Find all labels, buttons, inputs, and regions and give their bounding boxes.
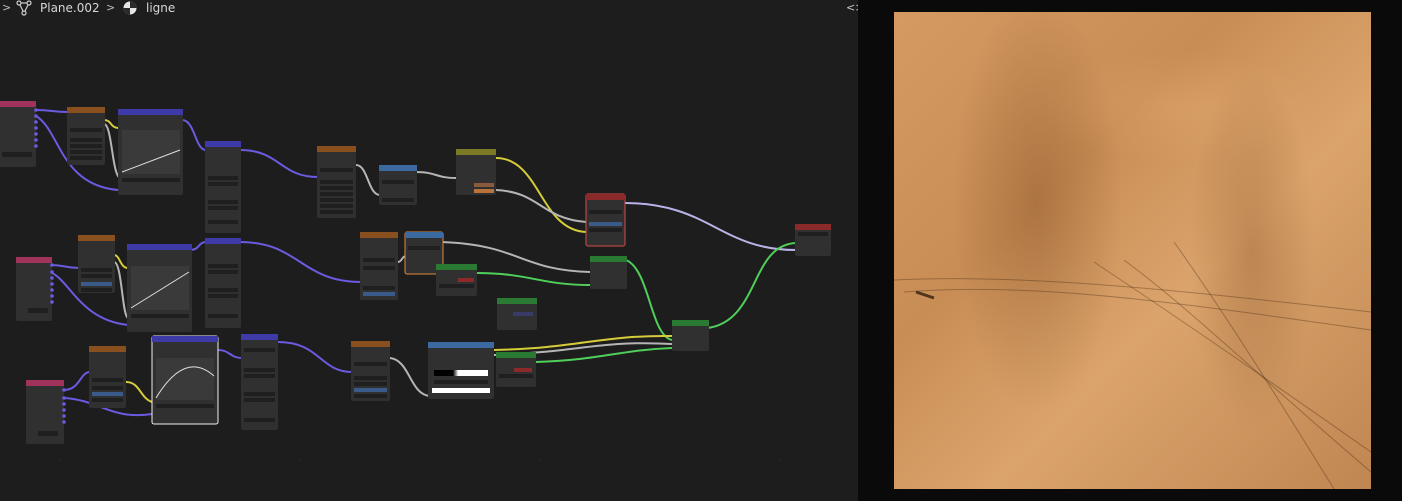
node-link [623, 202, 797, 251]
render-preview [894, 12, 1371, 489]
texture-coordinate-node[interactable] [0, 101, 38, 167]
node-link [125, 381, 153, 403]
node-link [355, 164, 381, 196]
node-link [113, 261, 129, 319]
node-link [181, 119, 207, 151]
bump-node-3[interactable] [496, 352, 536, 387]
color-ramp-node[interactable] [428, 342, 494, 399]
noise-texture-node[interactable] [351, 341, 390, 401]
float-curve-node-2[interactable] [127, 244, 192, 332]
mix-color-node[interactable] [456, 149, 496, 195]
node-link [35, 109, 69, 113]
node-link [103, 123, 121, 179]
node-link [389, 357, 431, 397]
mapping-node-2[interactable] [78, 235, 115, 293]
node-link [217, 349, 243, 359]
texture-coordinate-node-3[interactable] [26, 380, 66, 444]
math-node[interactable] [205, 141, 241, 233]
voronoi-texture-node[interactable] [360, 232, 398, 300]
node-link [415, 171, 457, 179]
mapping-node-3[interactable] [89, 346, 126, 408]
node-link [239, 149, 319, 178]
float-curve-selected-node[interactable] [151, 335, 219, 425]
node-canvas[interactable] [0, 0, 858, 501]
node-link [49, 264, 81, 269]
separate-color-node[interactable] [379, 165, 417, 205]
shader-node-editor[interactable]: > Plane.002 > ligne <> [0, 0, 858, 501]
math-node-2[interactable] [205, 238, 241, 328]
material-output-node[interactable] [795, 224, 831, 256]
add-shader-node[interactable] [672, 320, 709, 351]
node-link [189, 241, 207, 251]
node-link [277, 341, 353, 373]
node-link [625, 259, 673, 341]
texture-coordinate-node-2[interactable] [16, 257, 54, 321]
mix-shader-node[interactable] [590, 256, 627, 289]
node-link [475, 272, 591, 286]
render-scratches [894, 241, 1371, 489]
node-link [707, 242, 797, 329]
wave-texture-node[interactable] [317, 146, 356, 218]
math-node-3[interactable] [241, 334, 278, 430]
bump-node[interactable] [436, 264, 477, 296]
node-link [63, 371, 91, 391]
node-link [113, 254, 129, 269]
node-link [239, 241, 363, 283]
mapping-node[interactable] [67, 107, 105, 165]
float-curve-node[interactable] [118, 109, 183, 195]
mix-shader-selected-node[interactable] [585, 193, 626, 247]
bump-node-2[interactable] [497, 298, 537, 330]
